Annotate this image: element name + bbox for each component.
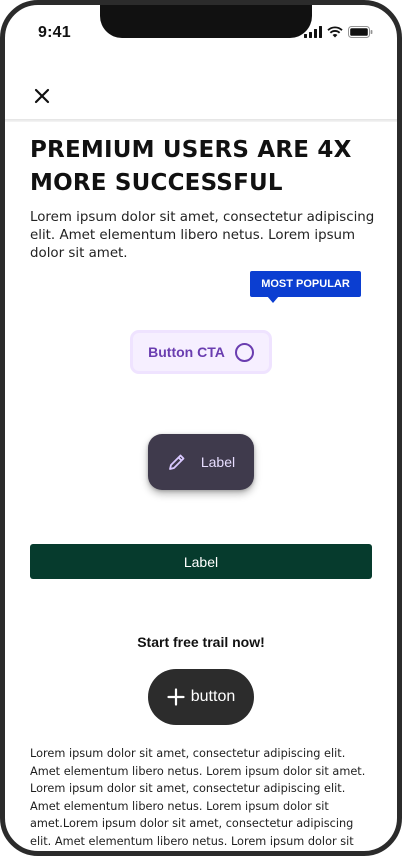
headline: PREMIUM USERS ARE 4X MORE SUCCESSFUL (30, 137, 352, 196)
intro-text: Lorem ipsum dolor sit amet, consectetur … (30, 210, 375, 261)
primary-label-button[interactable]: Label (30, 544, 372, 579)
button-cta-label: Button CTA (148, 344, 225, 360)
add-button[interactable]: button (148, 669, 254, 725)
notch (100, 5, 312, 38)
add-button-label: button (190, 688, 236, 705)
badge-pointer (267, 296, 279, 303)
battery-icon (348, 25, 373, 43)
button-cta[interactable]: Button CTA (130, 330, 272, 374)
close-icon (34, 88, 50, 104)
circle-icon (234, 342, 254, 362)
header-divider (5, 119, 397, 122)
close-button[interactable] (29, 83, 55, 109)
fab-label: Label (200, 454, 236, 470)
phone-frame: 9:41 PREMIUM USERS ARE 4X MORE SUCCESSFU… (0, 0, 402, 856)
trial-title: Start free trail now! (137, 634, 265, 650)
plus-icon (167, 688, 185, 706)
wifi-icon (327, 25, 343, 43)
pencil-icon (168, 454, 185, 470)
status-icons (304, 25, 373, 43)
body-text: Lorem ipsum dolor sit amet, consectetur … (30, 747, 366, 848)
signal-icon (304, 25, 322, 43)
fab-button[interactable]: Label (148, 434, 254, 490)
status-time: 9:41 (38, 24, 71, 41)
most-popular-badge: MOST POPULAR (250, 271, 361, 297)
